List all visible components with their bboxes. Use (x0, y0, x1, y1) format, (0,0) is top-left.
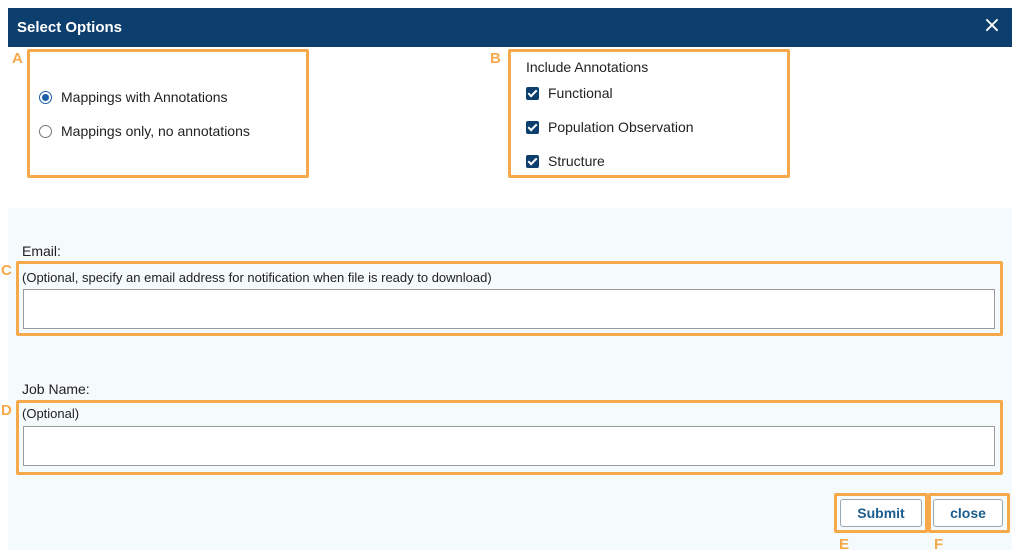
callout-label-d: D (1, 402, 12, 419)
checkbox-label: Structure (548, 153, 605, 169)
dialog-titlebar: Select Options × (8, 8, 1012, 47)
checkbox-checked-icon[interactable] (526, 120, 539, 134)
job-name-input[interactable] (23, 426, 995, 466)
close-icon[interactable]: × (982, 15, 1002, 37)
checkbox-population-observation[interactable]: Population Observation (526, 119, 694, 135)
callout-label-c: C (1, 262, 12, 279)
callout-label-a: A (12, 50, 23, 67)
email-label: Email: (22, 243, 61, 259)
callout-label-e: E (839, 536, 850, 553)
checkbox-structure[interactable]: Structure (526, 153, 605, 169)
callout-a (27, 49, 309, 178)
radio-label: Mappings only, no annotations (61, 123, 250, 139)
radio-selected-icon[interactable] (39, 90, 52, 104)
dialog-title: Select Options (17, 19, 123, 36)
email-hint: (Optional, specify an email address for … (22, 270, 492, 285)
callout-label-b: B (490, 50, 501, 67)
checkbox-label: Functional (548, 85, 613, 101)
job-name-hint: (Optional) (22, 406, 80, 421)
checkbox-checked-icon[interactable] (526, 154, 539, 168)
checkbox-label: Population Observation (548, 119, 694, 135)
radio-unselected-icon[interactable] (39, 124, 52, 138)
radio-label: Mappings with Annotations (61, 89, 228, 105)
job-name-label: Job Name: (22, 381, 90, 397)
annotations-heading: Include Annotations (526, 59, 649, 75)
checkbox-functional[interactable]: Functional (526, 85, 613, 101)
email-input[interactable] (23, 289, 995, 329)
checkbox-checked-icon[interactable] (526, 86, 539, 100)
callout-label-f: F (934, 536, 944, 553)
close-button[interactable]: close (933, 499, 1003, 527)
radio-mappings-with-annotations[interactable]: Mappings with Annotations (39, 89, 228, 105)
submit-button[interactable]: Submit (840, 499, 922, 527)
radio-mappings-only[interactable]: Mappings only, no annotations (39, 123, 250, 139)
